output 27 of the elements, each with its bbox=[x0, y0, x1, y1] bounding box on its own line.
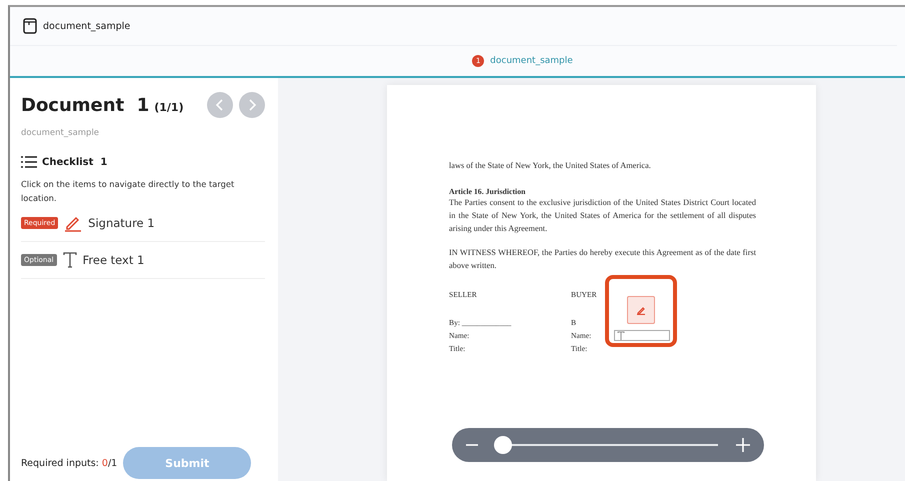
document-text: laws of the State of New York, the United States of America. bbox=[449, 160, 652, 172]
tab-label: document_sample bbox=[490, 56, 573, 66]
chevron-icon bbox=[215, 99, 225, 111]
list-icon bbox=[21, 156, 37, 168]
checklist-label: Checklist 1 bbox=[42, 156, 108, 168]
required-inputs-text: Required inputs: 0/1 bbox=[21, 458, 118, 468]
signature-field[interactable] bbox=[627, 296, 655, 324]
document-name: document_sample bbox=[21, 128, 100, 138]
zoom-slider[interactable] bbox=[496, 436, 718, 454]
zoom-in-button[interactable] bbox=[736, 438, 750, 452]
plus-icon bbox=[736, 438, 750, 452]
text-field[interactable] bbox=[614, 330, 670, 341]
item-label: Signature 1 bbox=[88, 216, 155, 230]
document-title: document_sample bbox=[43, 20, 130, 32]
pen-icon bbox=[636, 305, 646, 315]
document-text: The Parties consent to the exclusive jurisdiction of the United States District Court located in the State of New York, the United States of America for the settlement of all disputes arising under this Agreement. bbox=[449, 197, 756, 235]
document-heading: Document 1 bbox=[21, 94, 150, 116]
hint-text: Click on the items to navigate directly to the target location. bbox=[21, 178, 236, 205]
document-text: IN WITNESS WHEREOF, the Parties do hereby execute this Agreement as of the date first above written. bbox=[449, 247, 756, 272]
document-count: (1/1) bbox=[154, 100, 184, 114]
pen-icon bbox=[64, 214, 82, 232]
text-icon bbox=[62, 252, 77, 268]
slider-thumb[interactable] bbox=[494, 436, 512, 454]
item-label: Free text 1 bbox=[82, 253, 144, 267]
text-icon bbox=[617, 331, 625, 340]
document-icon bbox=[23, 18, 37, 34]
chevron-icon bbox=[247, 99, 257, 111]
